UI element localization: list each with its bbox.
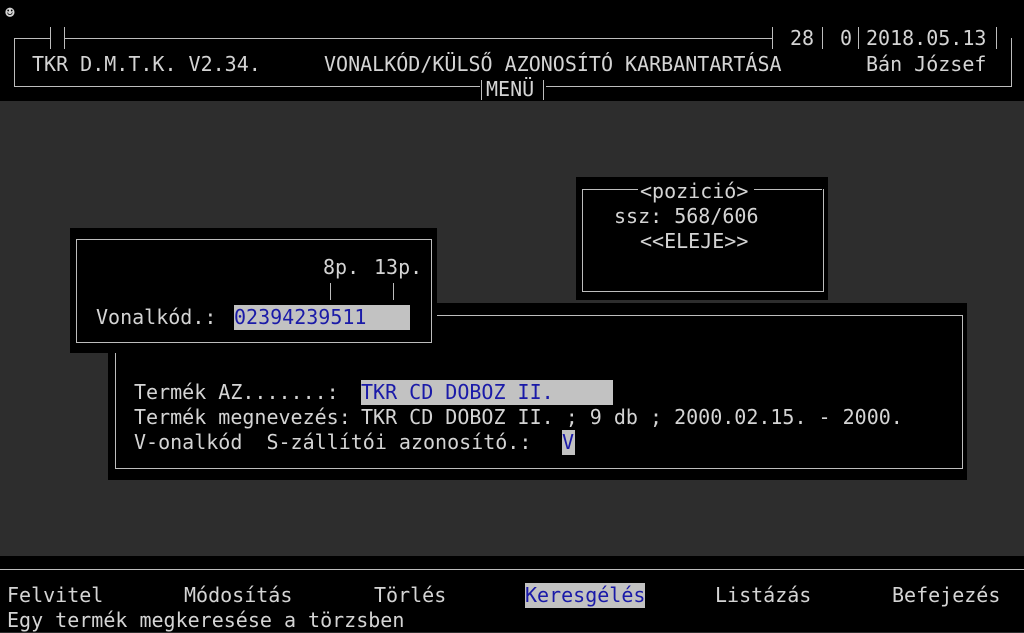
code-type-label: V-onalkód S-zállítói azonosító.:	[134, 430, 532, 454]
menu-item-befejezes[interactable]: Befejezés	[892, 583, 1000, 608]
menu-item-listazas[interactable]: Listázás	[715, 583, 811, 608]
code-type-input[interactable]: V	[562, 430, 575, 455]
barcode-marker-8p: 8p.	[323, 255, 360, 279]
menu-item-felvitel[interactable]: Felvitel	[7, 583, 103, 608]
counter-b: 0	[840, 26, 853, 50]
smiley-icon: ☻	[5, 3, 15, 22]
user-name: Bán József	[866, 52, 987, 76]
barcode-input[interactable]: 02394239511	[234, 305, 410, 330]
position-status: <<ELEJE>>	[640, 229, 749, 253]
screen-title: VONALKÓD/KÜLSŐ AZONOSÍTÓ KARBANTARTÁSA	[324, 52, 782, 76]
product-az-label: Termék AZ.......:	[134, 380, 339, 404]
header-date: 2018.05.13	[866, 26, 987, 50]
menu-hint: Egy termék megkeresése a törzsben	[7, 608, 405, 632]
barcode-label: Vonalkód.:	[96, 305, 217, 329]
app-title: TKR D.M.T.K. V2.34.	[32, 52, 261, 76]
menu-item-keresgeles[interactable]: Keresgélés	[525, 583, 646, 608]
product-name-value: TKR CD DOBOZ II. ; 9 db ; 2000.02.15. - …	[361, 405, 903, 429]
menu-item-modositas[interactable]: Módosítás	[184, 583, 292, 608]
menu-item-torles[interactable]: Törlés	[374, 583, 446, 608]
counter-a: 28	[790, 26, 815, 50]
position-ssz: ssz: 568/606	[614, 204, 759, 228]
position-title: <pozició>	[640, 179, 749, 203]
product-az-input[interactable]: TKR CD DOBOZ II.	[361, 380, 613, 405]
barcode-marker-13p: 13p.	[374, 255, 423, 279]
product-name-label: Termék megnevezés:	[134, 405, 351, 429]
menu-label[interactable]: MENÜ	[486, 77, 534, 102]
